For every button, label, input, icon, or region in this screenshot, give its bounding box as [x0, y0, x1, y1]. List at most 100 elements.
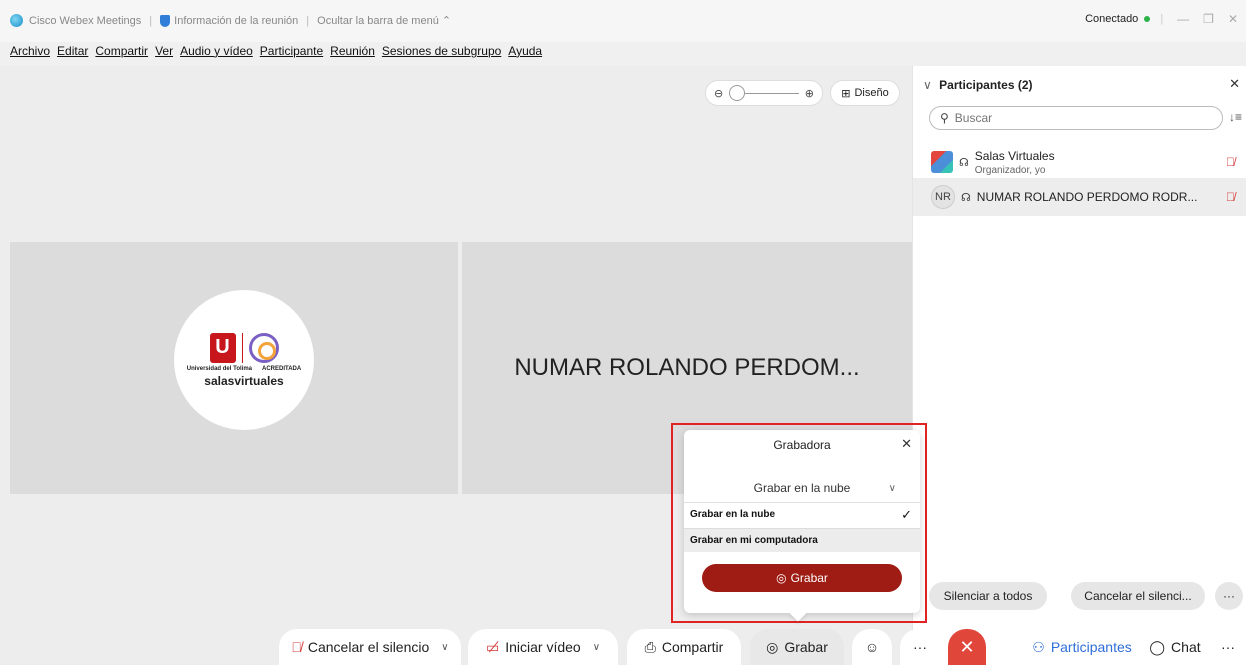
- host-avatar: U Universidad del Tolima ACREDITADA sala…: [174, 290, 314, 430]
- record-icon: ◎: [766, 638, 779, 655]
- status-dot-icon: [1144, 16, 1151, 22]
- participant-video-name: NUMAR ROLANDO PERDOM...: [514, 354, 860, 381]
- participant-role: Organizador, yo: [974, 164, 1046, 176]
- zoom-slider-knob[interactable]: [729, 84, 746, 101]
- more-label: ···: [913, 639, 927, 655]
- record-location-value: Grabar en la nube: [753, 481, 851, 495]
- minimize-icon[interactable]: —: [1177, 12, 1189, 26]
- menu-editar[interactable]: Editar: [57, 44, 88, 58]
- accreditation-logo-icon: [248, 332, 279, 363]
- chevron-down-icon: ∨: [923, 78, 932, 92]
- unmute-label: Cancelar el silencio: [307, 639, 430, 655]
- start-video-button[interactable]: ▭̸ Iniciar vídeo ∨: [468, 629, 618, 665]
- menu-reunion[interactable]: Reunión: [330, 44, 375, 58]
- chat-label: Chat: [1171, 639, 1201, 655]
- record-button[interactable]: ◎ Grabar: [750, 629, 844, 665]
- option-computer-label: Grabar en mi computadora: [690, 535, 818, 546]
- layout-button[interactable]: ⊞ Diseño: [830, 80, 900, 106]
- participant-search[interactable]: ⚲: [929, 106, 1223, 130]
- end-meeting-button[interactable]: ✕: [948, 629, 986, 665]
- participant-avatar: NR: [931, 185, 955, 209]
- logo-accredited-text: ACREDITADA: [262, 365, 302, 372]
- recorder-title: Grabadora: [773, 438, 831, 452]
- participants-header[interactable]: ∨ Participantes (2): [923, 78, 1033, 92]
- muted-mic-icon[interactable]: 🎙̸: [1226, 155, 1235, 169]
- more-panel-button[interactable]: ···: [1210, 629, 1246, 665]
- chat-button[interactable]: ◯ Chat: [1140, 629, 1210, 665]
- headset-icon: ☊: [961, 191, 971, 204]
- reactions-button[interactable]: ☺: [852, 629, 892, 665]
- share-label: Compartir: [661, 639, 724, 655]
- shield-icon: [160, 14, 171, 27]
- unmute-all-button[interactable]: Cancelar el silenci...: [1071, 582, 1205, 610]
- layout-label: Diseño: [854, 87, 889, 99]
- checkmark-icon: ✓: [901, 506, 912, 522]
- option-cloud-label: Grabar en la nube: [690, 509, 776, 520]
- mute-all-button[interactable]: Silenciar a todos: [929, 582, 1047, 610]
- zoom-out-icon[interactable]: ⊖: [714, 87, 723, 100]
- unmute-button[interactable]: 🎙̸ Cancelar el silencio ∨: [279, 629, 461, 665]
- participants-panel: ∨ Participantes (2) ✕ ⚲ ↓≡ ☊ Salas Virtu…: [912, 66, 1246, 665]
- emoji-icon: ☺: [864, 639, 880, 655]
- menu-archivo[interactable]: Archivo: [10, 44, 50, 58]
- zoom-slider[interactable]: [729, 84, 799, 101]
- close-window-icon[interactable]: ✕: [1228, 12, 1238, 26]
- brand-text: salasvirtuales: [204, 373, 284, 388]
- record-location-select[interactable]: Grabar en la nube ∨: [698, 476, 906, 500]
- video-off-icon: ▭̸: [485, 638, 500, 655]
- participants-title: Participantes (2): [939, 78, 1033, 92]
- more-controls-button[interactable]: ···: [900, 629, 940, 665]
- participants-label: Participantes: [1050, 639, 1132, 655]
- hide-menu-bar-button[interactable]: Ocultar la barra de menú ⌃: [317, 14, 451, 27]
- participant-row[interactable]: ☊ Salas Virtuales Organizador, yo 🎙̸: [913, 142, 1246, 182]
- option-cloud[interactable]: Grabar en la nube ✓: [684, 502, 920, 526]
- grid-icon: ⊞: [841, 87, 851, 100]
- participant-name: Salas Virtuales: [974, 148, 1055, 163]
- participant-avatar: [931, 151, 953, 173]
- share-button[interactable]: ⎙ Compartir: [627, 629, 741, 665]
- menu-ayuda[interactable]: Ayuda: [508, 44, 542, 58]
- share-icon: ⎙: [644, 638, 656, 655]
- close-panel-icon[interactable]: ✕: [1229, 76, 1240, 92]
- logo-university-text: Universidad del Tolima: [186, 365, 252, 372]
- close-icon: ✕: [959, 636, 975, 657]
- zoom-control[interactable]: ⊖ ⊕: [705, 80, 823, 106]
- menu-sesiones-subgrupo[interactable]: Sesiones de subgrupo: [382, 44, 501, 58]
- menu-ver[interactable]: Ver: [155, 44, 173, 58]
- participants-toggle-button[interactable]: ⚇ Participantes: [1024, 629, 1140, 665]
- university-logo-icon: U: [209, 332, 236, 363]
- menu-audio-video[interactable]: Audio y vídeo: [180, 44, 253, 58]
- participant-row[interactable]: NR ☊ NUMAR ROLANDO PERDOMO RODR... 🎙̸: [913, 178, 1246, 216]
- search-icon: ⚲: [940, 111, 949, 125]
- video-tile-host[interactable]: U Universidad del Tolima ACREDITADA sala…: [10, 242, 458, 494]
- menu-participante[interactable]: Participante: [260, 44, 323, 58]
- chevron-down-icon[interactable]: ∨: [593, 642, 600, 653]
- menu-compartir[interactable]: Compartir: [95, 44, 148, 58]
- option-computer[interactable]: Grabar en mi computadora: [684, 528, 920, 552]
- restore-icon[interactable]: ❐: [1203, 12, 1214, 26]
- menu-bar: Archivo Editar Compartir Ver Audio y víd…: [10, 44, 542, 58]
- muted-mic-icon: 🎙̸: [291, 639, 302, 655]
- headset-icon: ☊: [959, 156, 969, 169]
- start-recording-button[interactable]: ◎ Grabar: [702, 564, 902, 592]
- video-label: Iniciar vídeo: [505, 639, 581, 655]
- app-name: Cisco Webex Meetings: [29, 14, 142, 27]
- muted-mic-icon[interactable]: 🎙̸: [1226, 190, 1235, 204]
- connection-status: Conectado: [1085, 13, 1139, 25]
- zoom-in-icon[interactable]: ⊕: [805, 87, 814, 100]
- record-button-label: Grabar: [790, 571, 828, 585]
- search-input[interactable]: [954, 111, 1195, 125]
- sort-icon[interactable]: ↓≡: [1229, 110, 1242, 124]
- more-options-button[interactable]: ···: [1215, 582, 1243, 610]
- chevron-down-icon: ∨: [888, 482, 896, 494]
- meeting-info-link[interactable]: Información de la reunión: [174, 15, 298, 27]
- recorder-popup: Grabadora ✕ Grabar en la nube ∨ Grabar e…: [684, 430, 920, 622]
- close-recorder-icon[interactable]: ✕: [901, 436, 912, 452]
- more2-label: ···: [1221, 639, 1235, 655]
- participant-name: NUMAR ROLANDO PERDOMO RODR...: [976, 190, 1198, 204]
- person-icon: ⚇: [1032, 638, 1045, 655]
- record-icon: ◎: [776, 571, 787, 585]
- chat-bubble-icon: ◯: [1149, 638, 1166, 655]
- title-bar: Cisco Webex Meetings | Información de la…: [0, 0, 1246, 42]
- chevron-down-icon[interactable]: ∨: [441, 642, 448, 653]
